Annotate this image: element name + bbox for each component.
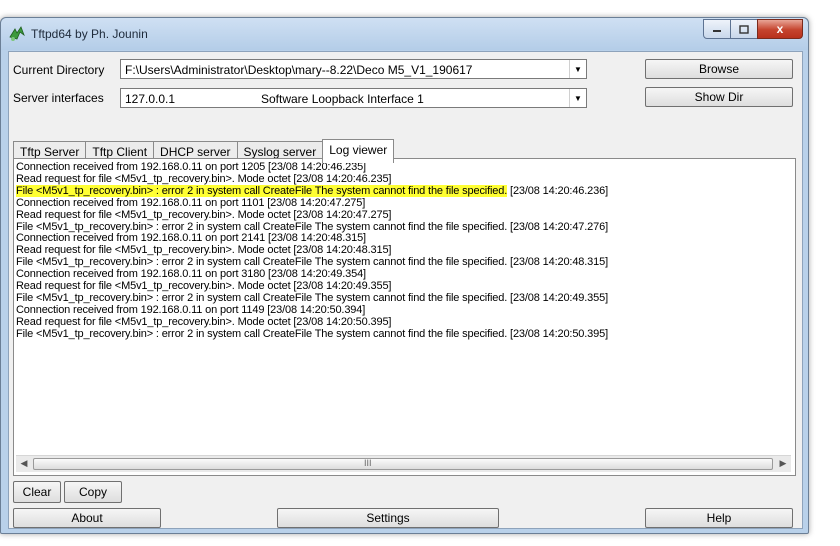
scroll-left-icon[interactable]: ◀ xyxy=(17,458,31,469)
main-dialog: Current Directory F:\Users\Administrator… xyxy=(8,51,803,529)
help-button[interactable]: Help xyxy=(645,508,793,528)
highlighted-error-text: File <M5v1_tp_recovery.bin> : error 2 in… xyxy=(16,184,508,197)
maximize-icon xyxy=(739,24,749,34)
minimize-icon xyxy=(713,30,721,32)
maximize-button[interactable] xyxy=(730,19,758,39)
title-bar[interactable]: Tftpd64 by Ph. Jounin x xyxy=(1,18,808,50)
app-window: Tftpd64 by Ph. Jounin x Current Director… xyxy=(0,17,809,534)
current-directory-combo[interactable]: F:\Users\Administrator\Desktop\mary--8.2… xyxy=(120,59,587,79)
scrollbar-thumb[interactable]: III xyxy=(33,458,773,470)
current-directory-label: Current Directory xyxy=(13,63,105,77)
highlighted-error-timestamp: [23/08 14:20:46.236] xyxy=(507,184,608,197)
tab-log-viewer[interactable]: Log viewer xyxy=(322,139,395,163)
window-controls: x xyxy=(703,19,803,39)
chevron-down-icon[interactable]: ▼ xyxy=(569,89,586,107)
log-line: Connection received from 192.168.0.11 on… xyxy=(16,196,366,209)
log-line: Read request for file <M5v1_tp_recovery.… xyxy=(16,208,392,221)
close-button[interactable]: x xyxy=(757,19,803,39)
window-title: Tftpd64 by Ph. Jounin xyxy=(31,27,148,41)
browse-button[interactable]: Browse xyxy=(645,59,793,79)
server-interface-ip: 127.0.0.1 xyxy=(125,92,176,106)
scroll-right-icon[interactable]: ▶ xyxy=(776,458,790,469)
scrollbar-grip-icon: III xyxy=(364,458,372,468)
horizontal-scrollbar[interactable]: ◀ III ▶ xyxy=(16,455,791,472)
server-interface-name: Software Loopback Interface 1 xyxy=(261,92,424,106)
about-button[interactable]: About xyxy=(13,508,161,528)
log-text-area[interactable]: Connection received from 192.168.0.11 on… xyxy=(16,162,791,452)
log-line-highlighted: File <M5v1_tp_recovery.bin> : error 2 in… xyxy=(16,184,791,198)
show-dir-button[interactable]: Show Dir xyxy=(645,87,793,107)
close-icon: x xyxy=(776,22,784,36)
log-line: Connection received from 192.168.0.11 on… xyxy=(16,303,366,316)
chevron-down-icon[interactable]: ▼ xyxy=(569,60,586,78)
tab-bar: Tftp Server Tftp Client DHCP server Sysl… xyxy=(13,139,395,163)
log-line: Read request for file <M5v1_tp_recovery.… xyxy=(16,315,392,328)
tftpd-app-icon xyxy=(9,26,25,41)
minimize-button[interactable] xyxy=(703,19,731,39)
settings-button[interactable]: Settings xyxy=(277,508,499,528)
server-interfaces-label: Server interfaces xyxy=(13,91,104,105)
server-interfaces-combo[interactable]: 127.0.0.1 Software Loopback Interface 1 … xyxy=(120,88,587,108)
current-directory-value: F:\Users\Administrator\Desktop\mary--8.2… xyxy=(125,63,473,77)
clear-button[interactable]: Clear xyxy=(13,481,61,503)
log-line: File <M5v1_tp_recovery.bin> : error 2 in… xyxy=(16,327,608,340)
copy-button[interactable]: Copy xyxy=(64,481,122,503)
